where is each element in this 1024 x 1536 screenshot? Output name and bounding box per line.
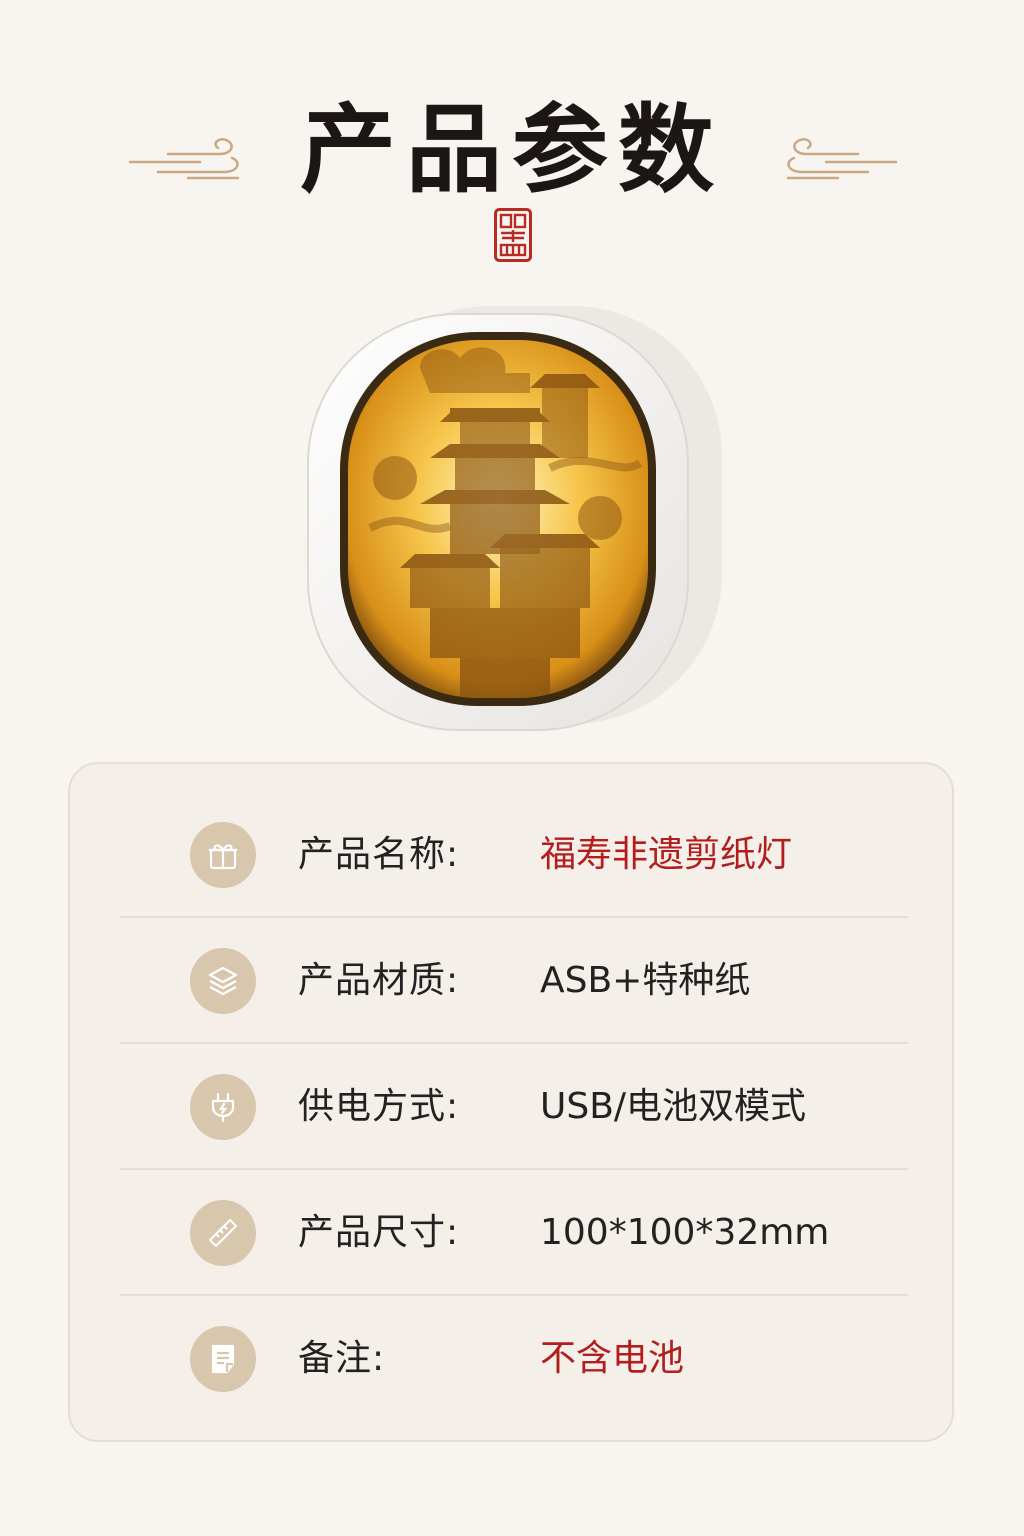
spec-value-material: ASB+特种纸 xyxy=(540,960,751,1001)
layers-icon xyxy=(190,948,256,1014)
spec-row-size: 产品尺寸: 100*100*32mm xyxy=(120,1170,908,1296)
spec-card: 产品名称: 福寿非遗剪纸灯 产品材质: ASB+特种纸 供电方式: USB/电池… xyxy=(68,762,954,1442)
ruler-icon xyxy=(190,1200,256,1266)
spec-value-size: 100*100*32mm xyxy=(540,1212,830,1253)
spec-label-size: 产品尺寸: xyxy=(298,1212,460,1253)
spec-value-power: USB/电池双模式 xyxy=(540,1086,807,1127)
spec-value-note: 不含电池 xyxy=(540,1338,685,1379)
spec-label-name: 产品名称: xyxy=(298,834,460,875)
note-icon xyxy=(190,1326,256,1392)
spec-value-name: 福寿非遗剪纸灯 xyxy=(540,834,793,875)
product-parameters-page: 产品参数 产品名称: 福寿非遗剪纸灯 产品材质: ASB+特种纸 供电方式: U… xyxy=(0,0,1024,1536)
spec-label-material: 产品材质: xyxy=(298,960,460,1001)
spec-row-material: 产品材质: ASB+特种纸 xyxy=(120,918,908,1044)
gift-icon xyxy=(190,822,256,888)
spec-row-power: 供电方式: USB/电池双模式 xyxy=(120,1044,908,1170)
spec-label-note: 备注: xyxy=(298,1338,386,1379)
spec-row-note: 备注: 不含电池 xyxy=(120,1296,908,1422)
spec-label-power: 供电方式: xyxy=(298,1086,460,1127)
red-seal-stamp xyxy=(494,208,532,262)
paper-cut-lamp-image xyxy=(307,306,722,731)
spec-row-name: 产品名称: 福寿非遗剪纸灯 xyxy=(120,792,908,918)
plug-icon xyxy=(190,1074,256,1140)
page-title: 产品参数 xyxy=(300,93,724,206)
